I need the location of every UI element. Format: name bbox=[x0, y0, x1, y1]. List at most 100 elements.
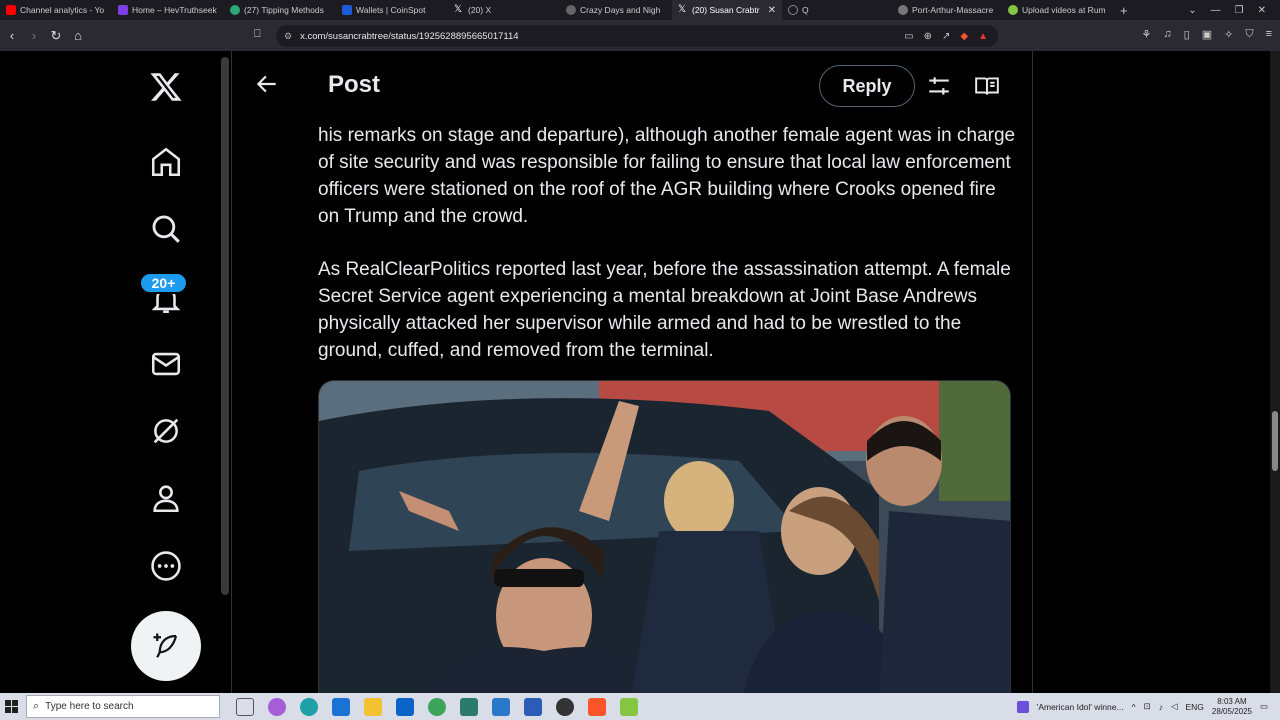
notification-center-icon[interactable]: ▭ bbox=[1260, 701, 1268, 712]
site-info-icon[interactable]: ⚙ bbox=[284, 31, 292, 42]
rumble-icon[interactable] bbox=[620, 697, 638, 716]
page-scrollbar[interactable] bbox=[1270, 51, 1280, 693]
tab-susan-crabtree[interactable]: 𝕏 (20) Susan Crabtr ✕ bbox=[672, 0, 782, 20]
post-header: Post Reply bbox=[232, 51, 1032, 121]
language-indicator[interactable]: ENG bbox=[1186, 702, 1204, 712]
vpn-icon[interactable]: ⛉ bbox=[1245, 28, 1253, 41]
news-widget-icon[interactable] bbox=[1016, 700, 1029, 713]
feather-icon bbox=[153, 633, 178, 658]
minimize-icon[interactable]: — bbox=[1211, 5, 1221, 16]
windows-start-icon[interactable] bbox=[0, 693, 22, 720]
post-column: his remarks on stage and departure), alt… bbox=[231, 51, 1033, 693]
leo-icon[interactable]: ✧ bbox=[1224, 28, 1233, 41]
photo-secret-service-agents bbox=[319, 381, 1010, 693]
x-logo-icon[interactable] bbox=[147, 68, 185, 106]
taskbar-apps bbox=[236, 697, 638, 716]
zoom-icon[interactable]: ⊕ bbox=[924, 31, 932, 42]
mic-icon[interactable]: ♪ bbox=[1159, 702, 1163, 712]
task-view-icon[interactable] bbox=[236, 697, 254, 716]
network-icon[interactable]: ⊡ bbox=[1144, 701, 1151, 712]
tab-tipping-methods[interactable]: (27) Tipping Methods bbox=[224, 0, 336, 20]
notification-badge: 20+ bbox=[139, 272, 188, 294]
filter-settings-icon[interactable] bbox=[926, 73, 952, 99]
system-tray: 'American Idol' winne... ^ ⊡ ♪ ◁ ENG 8:0… bbox=[1016, 697, 1280, 717]
share-icon[interactable]: ↗ bbox=[942, 31, 950, 42]
tab-channel-analytics[interactable]: Channel analytics - Yo bbox=[0, 0, 112, 20]
site-icon bbox=[118, 5, 128, 15]
home-nav-icon[interactable]: ⌂ bbox=[68, 28, 88, 43]
outlook-icon[interactable] bbox=[396, 697, 414, 716]
vscode-icon[interactable] bbox=[492, 697, 510, 716]
messages-icon[interactable] bbox=[147, 345, 185, 383]
site-icon bbox=[230, 5, 240, 15]
reader-mode-icon[interactable] bbox=[974, 73, 1000, 99]
x-icon: 𝕏 bbox=[678, 4, 687, 15]
search-icon[interactable] bbox=[147, 210, 185, 248]
post-image[interactable] bbox=[318, 380, 1011, 693]
tab-q[interactable]: Q bbox=[782, 0, 892, 20]
tab-coinspot[interactable]: Wallets | CoinSpot bbox=[336, 0, 448, 20]
menu-icon[interactable]: ≡ bbox=[1266, 28, 1272, 41]
brave-icon[interactable] bbox=[588, 697, 606, 716]
close-window-icon[interactable]: ✕ bbox=[1258, 5, 1266, 16]
speaker-icon[interactable]: ◁ bbox=[1171, 701, 1178, 712]
edge-icon[interactable] bbox=[300, 697, 318, 716]
restore-icon[interactable]: ❐ bbox=[1235, 5, 1244, 16]
grok-icon[interactable] bbox=[147, 412, 185, 450]
home-icon[interactable] bbox=[147, 143, 185, 181]
close-tab-icon[interactable]: ✕ bbox=[768, 5, 776, 16]
brave-rewards-icon[interactable]: ▲ bbox=[978, 31, 988, 42]
clock[interactable]: 8:03 AM 28/05/2025 bbox=[1212, 697, 1252, 717]
back-arrow-icon[interactable] bbox=[254, 71, 280, 97]
chrome-icon[interactable] bbox=[428, 697, 446, 716]
rumble-icon bbox=[1008, 5, 1018, 15]
x-page: 20+ his remarks on stage and departure),… bbox=[0, 51, 1280, 693]
tab-list-icon[interactable]: ⌄ bbox=[1188, 5, 1196, 16]
post-paragraph: As RealClearPolitics reported last year,… bbox=[318, 259, 1011, 361]
tab-crazy-days[interactable]: Crazy Days and Nigh bbox=[560, 0, 672, 20]
site-icon bbox=[566, 5, 576, 15]
loading-icon bbox=[788, 5, 798, 15]
show-hidden-icons[interactable]: ^ bbox=[1132, 702, 1136, 712]
left-scrollbar[interactable] bbox=[221, 57, 229, 595]
app-icon[interactable] bbox=[460, 697, 478, 716]
windows-taskbar: ⌕ Type here to search 'American Idol' wi… bbox=[0, 693, 1280, 720]
compose-post-button[interactable] bbox=[131, 611, 201, 681]
plus-icon: + bbox=[1120, 2, 1128, 18]
scrollbar-thumb[interactable] bbox=[1272, 411, 1278, 471]
left-nav: 20+ bbox=[130, 51, 202, 693]
media-icon[interactable]: ♫ bbox=[1163, 28, 1171, 41]
word-icon[interactable] bbox=[524, 697, 542, 716]
news-widget-text[interactable]: 'American Idol' winne... bbox=[1037, 702, 1124, 712]
file-explorer-icon[interactable] bbox=[364, 697, 382, 716]
site-icon bbox=[898, 5, 908, 15]
store-icon[interactable] bbox=[332, 697, 350, 716]
bookmark-icon[interactable]: ⎕ bbox=[254, 28, 261, 41]
browser-tab-bar: Channel analytics - Yo Home – HevTruthse… bbox=[0, 0, 1280, 20]
taskbar-search[interactable]: ⌕ Type here to search bbox=[26, 695, 220, 718]
sidebar-toggle-icon[interactable]: ▯ bbox=[1184, 28, 1190, 41]
brave-shields-icon[interactable]: ◆ bbox=[960, 31, 968, 42]
forward-nav-icon[interactable]: › bbox=[24, 28, 44, 43]
obs-icon[interactable] bbox=[556, 697, 574, 716]
post-paragraph: his remarks on stage and departure), alt… bbox=[318, 125, 1016, 227]
copilot-icon[interactable] bbox=[268, 697, 286, 716]
tab-x[interactable]: 𝕏 (20) X bbox=[448, 0, 560, 20]
wallet-icon[interactable]: ▣ bbox=[1202, 28, 1212, 41]
new-tab-button[interactable]: + bbox=[1114, 0, 1138, 20]
search-icon: ⌕ bbox=[33, 700, 40, 712]
coinspot-icon bbox=[342, 5, 352, 15]
tab-home[interactable]: Home – HevTruthseek bbox=[112, 0, 224, 20]
more-icon[interactable] bbox=[147, 547, 185, 585]
cast-icon[interactable]: ▭ bbox=[904, 31, 913, 42]
profile-icon[interactable] bbox=[147, 479, 185, 517]
browser-toolbar-right: ⚘ ♫ ▯ ▣ ✧ ⛉ ≡ bbox=[1142, 28, 1272, 41]
extensions-icon[interactable]: ⚘ bbox=[1142, 28, 1152, 41]
tab-port-arthur[interactable]: Port-Arthur-Massacre bbox=[892, 0, 1002, 20]
reply-button[interactable]: Reply bbox=[819, 65, 915, 107]
tab-rumble[interactable]: Upload videos at Rum bbox=[1002, 0, 1114, 20]
address-bar: ‹ › ↻ ⌂ ⎕ ⚙ x.com/susancrabtree/status/1… bbox=[0, 20, 1280, 51]
url-field[interactable]: ⚙ x.com/susancrabtree/status/19256288956… bbox=[276, 25, 998, 47]
back-nav-icon[interactable]: ‹ bbox=[2, 28, 22, 43]
reload-icon[interactable]: ↻ bbox=[46, 28, 66, 44]
